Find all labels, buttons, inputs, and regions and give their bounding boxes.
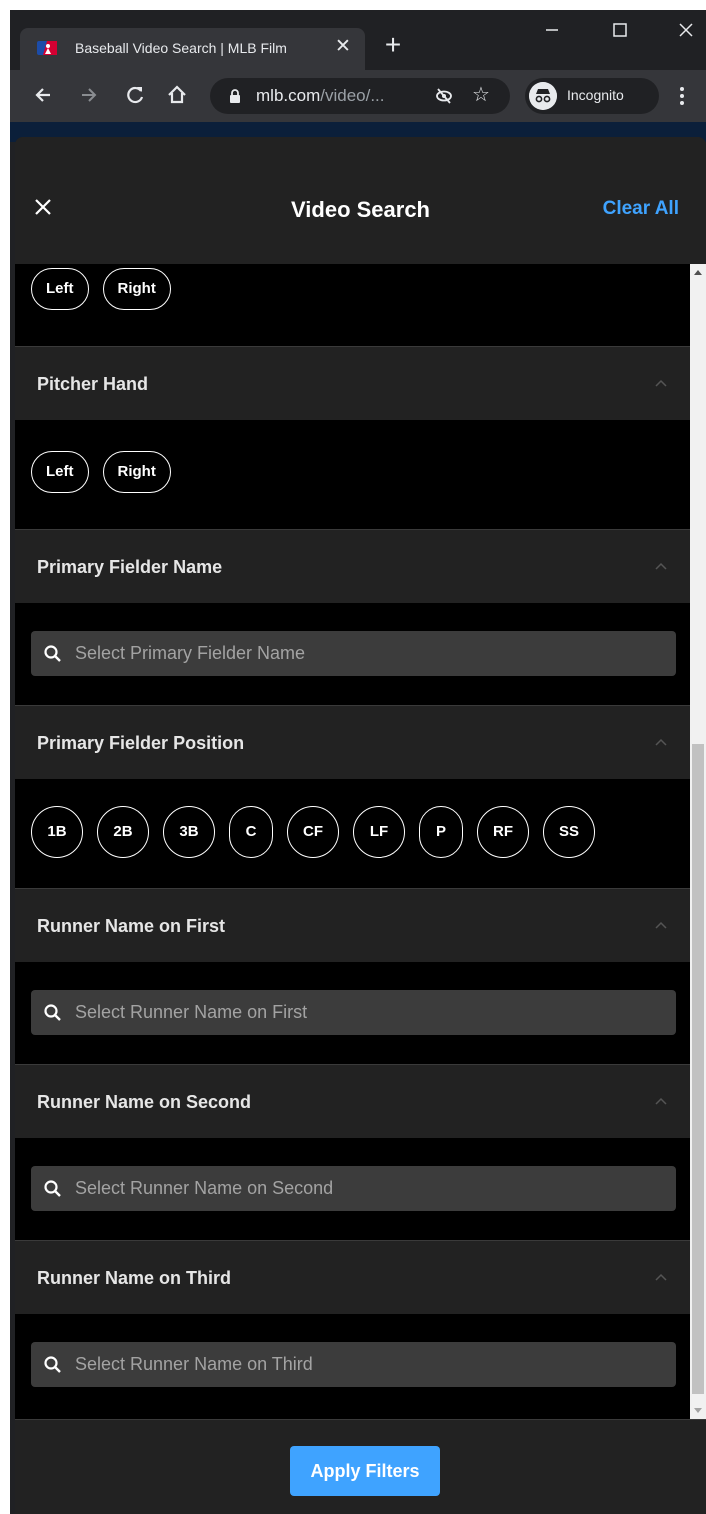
scrollbar[interactable]: [690, 264, 706, 1419]
chip-p[interactable]: P: [419, 806, 463, 858]
incognito-badge[interactable]: Incognito: [525, 78, 659, 114]
runner-first-input[interactable]: [75, 990, 665, 1035]
chip-lf[interactable]: LF: [353, 806, 405, 858]
batter-hand-options: Left Right: [31, 268, 171, 310]
eye-off-icon[interactable]: [434, 86, 454, 106]
section-body: [15, 962, 690, 1064]
position-options: 1B 2B 3B C CF LF P RF SS: [31, 806, 595, 858]
section-header[interactable]: Runner Name on Third: [15, 1240, 690, 1314]
section-body: [15, 1314, 690, 1419]
search-icon: [44, 1356, 61, 1373]
chevron-up-icon[interactable]: [654, 1096, 668, 1106]
mlb-logo-icon: [37, 41, 57, 55]
back-icon[interactable]: [28, 80, 58, 110]
chip-right[interactable]: Right: [102, 268, 171, 310]
tab-close-icon[interactable]: ✕: [332, 36, 354, 58]
section-body: Left Right: [15, 420, 690, 529]
runner-first-search[interactable]: [31, 990, 676, 1035]
section-pitcher-hand: Pitcher Hand Left Right: [15, 346, 690, 529]
section-body: [15, 603, 690, 705]
incognito-label: Incognito: [567, 87, 624, 103]
chip-left[interactable]: Left: [31, 268, 89, 310]
chip-2b[interactable]: 2B: [97, 806, 149, 858]
clear-all-button[interactable]: Clear All: [603, 198, 679, 220]
scroll-down-arrow-icon[interactable]: [694, 1408, 702, 1413]
chip-1b[interactable]: 1B: [31, 806, 83, 858]
chip-3b[interactable]: 3B: [163, 806, 215, 858]
section-header[interactable]: Primary Fielder Name: [15, 529, 690, 603]
tab-title: Baseball Video Search | MLB Film: [75, 40, 287, 56]
pitcher-hand-options: Left Right: [31, 451, 171, 493]
kebab-menu-icon[interactable]: [670, 84, 694, 108]
window-close-icon[interactable]: [672, 16, 700, 44]
section-body: [15, 1138, 690, 1240]
section-runner-third: Runner Name on Third: [15, 1240, 690, 1419]
section-runner-second: Runner Name on Second: [15, 1064, 690, 1240]
section-primary-fielder-position: Primary Fielder Position 1B 2B 3B C CF L…: [15, 705, 690, 888]
browser-tab[interactable]: Baseball Video Search | MLB Film ✕: [20, 28, 365, 70]
primary-fielder-name-search[interactable]: [31, 631, 676, 676]
chevron-up-icon[interactable]: [654, 737, 668, 747]
section-title: Runner Name on First: [37, 916, 226, 936]
section-batter-hand: Left Right: [15, 264, 690, 346]
chevron-up-icon[interactable]: [654, 920, 668, 930]
new-tab-icon[interactable]: +: [380, 31, 406, 59]
section-title: Runner Name on Second: [37, 1092, 252, 1112]
chevron-up-icon[interactable]: [654, 378, 668, 388]
tab-strip: Baseball Video Search | MLB Film ✕ +: [10, 10, 706, 70]
browser-toolbar: mlb.com/video/... ☆ Incognito: [10, 70, 706, 122]
section-title: Pitcher Hand: [37, 374, 149, 394]
lock-icon: [230, 89, 240, 103]
section-header[interactable]: Runner Name on Second: [15, 1064, 690, 1138]
filters-scroll-area[interactable]: Left Right Pitcher Hand Left Right Prima…: [15, 264, 706, 1419]
minimize-icon[interactable]: [538, 16, 566, 44]
reload-icon[interactable]: [120, 80, 150, 110]
chip-c[interactable]: C: [229, 806, 273, 858]
section-header[interactable]: Primary Fielder Position: [15, 705, 690, 779]
runner-second-input[interactable]: [75, 1166, 665, 1211]
runner-second-search[interactable]: [31, 1166, 676, 1211]
chip-left[interactable]: Left: [31, 451, 89, 493]
url-domain: mlb.com: [256, 86, 321, 105]
video-search-modal: Video Search Clear All Left Right Pitche…: [15, 137, 706, 1514]
section-body: Left Right: [15, 264, 690, 346]
apply-filters-button[interactable]: Apply Filters: [290, 1446, 440, 1496]
section-title: Primary Fielder Position: [37, 733, 245, 753]
section-body: 1B 2B 3B C CF LF P RF SS: [15, 779, 690, 888]
search-icon: [44, 645, 61, 662]
url-text: mlb.com/video/...: [256, 86, 385, 106]
forward-icon[interactable]: [74, 80, 104, 110]
section-runner-first: Runner Name on First: [15, 888, 690, 1064]
section-header[interactable]: Runner Name on First: [15, 888, 690, 962]
section-title: Runner Name on Third: [37, 1268, 232, 1288]
chip-cf[interactable]: CF: [287, 806, 339, 858]
chip-rf[interactable]: RF: [477, 806, 529, 858]
chevron-up-icon[interactable]: [654, 561, 668, 571]
section-primary-fielder-name: Primary Fielder Name: [15, 529, 690, 705]
runner-third-search[interactable]: [31, 1342, 676, 1387]
url-path: /video/...: [320, 86, 385, 105]
chevron-up-icon[interactable]: [654, 1272, 668, 1282]
browser-window: Baseball Video Search | MLB Film ✕ + mlb…: [10, 10, 706, 1514]
modal-footer: Apply Filters: [15, 1419, 706, 1514]
scroll-up-arrow-icon[interactable]: [694, 270, 702, 275]
address-bar[interactable]: mlb.com/video/... ☆: [210, 78, 510, 114]
section-title: Primary Fielder Name: [37, 557, 223, 577]
chip-ss[interactable]: SS: [543, 806, 595, 858]
search-icon: [44, 1004, 61, 1021]
primary-fielder-name-input[interactable]: [75, 631, 665, 676]
incognito-icon: [529, 82, 557, 110]
runner-third-input[interactable]: [75, 1342, 665, 1387]
chip-right[interactable]: Right: [102, 451, 171, 493]
search-icon: [44, 1180, 61, 1197]
modal-header: Video Search Clear All: [15, 137, 706, 264]
section-header[interactable]: Pitcher Hand: [15, 346, 690, 420]
maximize-icon[interactable]: [606, 16, 634, 44]
bookmark-star-icon[interactable]: ☆: [472, 83, 490, 107]
scrollbar-thumb[interactable]: [692, 744, 704, 1394]
home-icon[interactable]: [162, 80, 192, 110]
